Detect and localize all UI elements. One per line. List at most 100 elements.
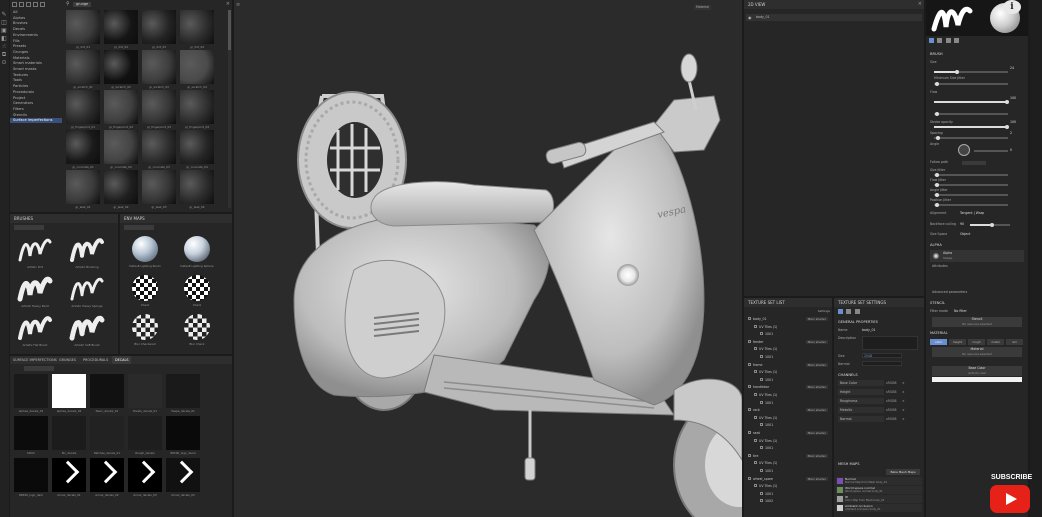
filter-mode-value[interactable]: No filter (954, 309, 967, 313)
grunge-thumbnail[interactable] (66, 50, 100, 84)
youtube-subscribe-button[interactable] (990, 485, 1030, 513)
decal-thumbnail[interactable] (128, 458, 162, 492)
channel-remove-icon[interactable]: × (902, 407, 908, 413)
flow-jitter-slider-2[interactable] (934, 183, 1008, 187)
texture-set-row[interactable]: UV Tiles (1) (746, 324, 830, 330)
texture-set-check-icon[interactable] (748, 476, 751, 480)
grunge-thumbnail[interactable] (142, 10, 176, 44)
shelf-category-item[interactable]: Smart materials (10, 61, 62, 66)
decal-thumbnail[interactable] (52, 374, 86, 408)
projection-icon[interactable]: ▣ (1, 28, 7, 34)
shelf-scrollbar[interactable] (228, 10, 231, 208)
decals-tab[interactable]: SURFACE IMPERFECTIONS (10, 356, 60, 364)
texture-set-row[interactable]: 1001 (746, 445, 830, 451)
texture-set-check-icon[interactable] (760, 469, 763, 472)
grunge-thumbnail[interactable] (104, 50, 138, 84)
decal-thumbnail[interactable] (128, 374, 162, 408)
alpha-tab-icon[interactable] (937, 38, 943, 43)
shelf-category-item[interactable]: All (10, 10, 62, 15)
shelf-category-item[interactable]: Filters (10, 107, 62, 112)
ts-layer-icon[interactable] (838, 309, 843, 314)
grunge-thumbnail[interactable] (104, 10, 138, 44)
brush-tab-icon[interactable] (929, 38, 934, 43)
texture-set-row[interactable]: fender Main shader (746, 339, 830, 345)
texture-set-check-icon[interactable] (748, 453, 751, 457)
texture-set-check-icon[interactable] (760, 423, 763, 427)
material-channel-tab[interactable]: height (949, 339, 966, 345)
follow-path-toggle[interactable] (962, 161, 986, 165)
shelf-category-item[interactable]: Presets (10, 44, 62, 49)
texture-set-row[interactable]: UV Tiles (1) (746, 415, 830, 421)
grunge-thumbnail[interactable] (66, 90, 100, 124)
shelf-category-item[interactable]: Smart masks (10, 67, 62, 72)
uv-eye-icon[interactable]: ◉ (748, 14, 752, 21)
texture-set-check-icon[interactable] (754, 484, 757, 488)
texture-set-settings-button[interactable]: Settings (818, 309, 830, 313)
texture-set-check-icon[interactable] (754, 438, 757, 442)
texture-set-row[interactable]: handlebar Main shader (746, 384, 830, 390)
texture-set-row[interactable]: UV Tiles (1) (746, 483, 830, 489)
flow-jitter-slider[interactable] (934, 112, 1008, 116)
brush-thumbnail[interactable] (68, 312, 106, 342)
brush-thumbnail[interactable] (16, 234, 54, 264)
shelf-icon-3[interactable] (26, 2, 31, 7)
info-icon[interactable]: i (1003, 0, 1021, 14)
brush-thumbnail[interactable] (68, 273, 106, 303)
eraser-icon[interactable]: ◫ (1, 20, 7, 26)
properties-scrollbar[interactable] (1030, 0, 1042, 517)
alignment-value[interactable]: Tangent | Wrap (960, 211, 984, 215)
ts-mask-icon[interactable] (846, 309, 852, 314)
env-map-thumbnail[interactable] (184, 236, 210, 262)
texture-set-row[interactable]: 1001 (746, 354, 830, 360)
texture-set-check-icon[interactable] (754, 461, 757, 465)
grunge-thumbnail[interactable] (142, 50, 176, 84)
texture-set-row[interactable]: seat Main shader (746, 430, 830, 436)
channel-row[interactable]: Metallic sRGB8 × (838, 407, 918, 413)
env-map-thumbnail[interactable] (184, 275, 210, 301)
texture-set-row[interactable]: UV Tiles (1) (746, 392, 830, 398)
channel-remove-icon[interactable]: × (902, 389, 908, 395)
texture-set-check-icon[interactable] (760, 400, 763, 404)
grunge-thumbnail[interactable] (180, 10, 214, 44)
texture-set-row[interactable]: 1001 (746, 491, 830, 497)
texture-set-row[interactable]: frame Main shader (746, 362, 830, 368)
texture-set-check-icon[interactable] (748, 339, 751, 343)
brushes-search[interactable] (14, 225, 44, 230)
texture-set-row[interactable]: tire Main shader (746, 453, 830, 459)
decals-tab[interactable]: PROCEDURALS (80, 356, 111, 364)
grunge-thumbnail[interactable] (66, 170, 100, 204)
advanced-params-label[interactable]: Advanced parameters (932, 290, 967, 294)
channel-remove-icon[interactable]: × (902, 398, 908, 404)
shelf-category-item[interactable]: Decals (10, 27, 62, 32)
size-slider[interactable] (934, 70, 1008, 74)
decal-thumbnail[interactable] (14, 416, 48, 450)
channel-format[interactable]: sRGB8 (886, 398, 902, 404)
ts-normal-field[interactable] (862, 361, 902, 366)
grunge-thumbnail[interactable] (104, 130, 138, 164)
shelf-category-item[interactable]: Fills (10, 39, 62, 44)
channel-row[interactable]: Base Color sRGB8 × (838, 380, 918, 386)
grunge-thumbnail[interactable] (66, 10, 100, 44)
decal-thumbnail[interactable] (52, 458, 86, 492)
mesh-map-row[interactable]: ID Color Map from Mesh body_01 (836, 495, 922, 503)
shelf-category-item[interactable]: Materials (10, 56, 62, 61)
texture-set-check-icon[interactable] (760, 491, 763, 495)
texture-set-row[interactable]: wheel_spare Main shader (746, 476, 830, 482)
decals-search[interactable] (24, 366, 54, 371)
shelf-category-item[interactable]: Alphas (10, 16, 62, 21)
material-channel-tab[interactable]: color (930, 339, 947, 345)
decal-thumbnail[interactable] (166, 374, 200, 408)
angle-jitter-slider[interactable] (934, 193, 1008, 197)
texture-set-check-icon[interactable] (754, 324, 757, 328)
stroke-opacity-slider[interactable] (934, 125, 1010, 129)
shelf-icon-5[interactable] (40, 2, 45, 7)
texture-set-check-icon[interactable] (760, 377, 763, 381)
decal-thumbnail[interactable] (52, 416, 86, 450)
texture-set-check-icon[interactable] (754, 393, 757, 396)
texture-set-check-icon[interactable] (760, 332, 763, 336)
shelf-category-item[interactable]: Tools (10, 78, 62, 83)
texture-set-row[interactable]: 1001 (746, 377, 830, 383)
grunge-thumbnail[interactable] (180, 130, 214, 164)
env-map-thumbnail[interactable] (132, 314, 158, 340)
decal-thumbnail[interactable] (14, 374, 48, 408)
